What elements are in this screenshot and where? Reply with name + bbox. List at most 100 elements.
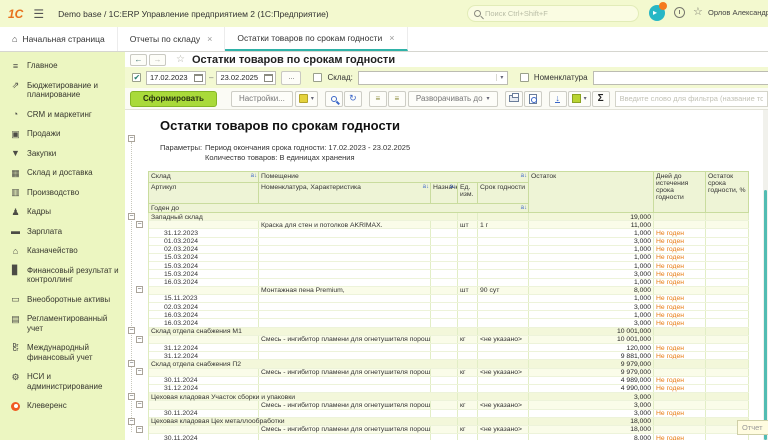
header-goden-do[interactable]: Годен до a↓	[149, 204, 529, 213]
cell-ed-izm[interactable]	[458, 294, 478, 303]
sort-icon[interactable]: a↓	[251, 173, 257, 179]
cell-ostatok[interactable]: 10 001,000	[529, 335, 654, 343]
cell-ed-izm[interactable]	[458, 376, 478, 384]
cell-nomenklatura[interactable]	[259, 303, 431, 311]
cell-goden-do[interactable]: 15.03.2024	[149, 262, 259, 270]
cell-ostatok[interactable]: 3,000	[529, 409, 654, 417]
table-row[interactable]: 15.03.2024 1,000 Не годен	[149, 262, 749, 271]
nomenklatura-checkbox[interactable]	[519, 73, 529, 82]
cell-ostatok[interactable]: 1,000	[529, 278, 654, 286]
cell-dni[interactable]: Не годен	[654, 253, 706, 262]
cell-pct[interactable]	[706, 245, 749, 253]
cell-ostatok[interactable]: 8,000	[529, 434, 654, 440]
sort-icon[interactable]: a↓	[521, 205, 527, 211]
cell-naznachenie[interactable]	[431, 352, 458, 360]
cell-ostatok[interactable]: 8,000	[529, 286, 654, 294]
sidebar-item-regaccounting[interactable]: ▤ Регламентированный учет	[0, 309, 125, 338]
cell-dni[interactable]: Не годен	[654, 311, 706, 319]
table-row[interactable]: 16.03.2024 1,000 Не годен	[149, 311, 749, 320]
cell-nomenklatura[interactable]	[259, 237, 431, 245]
cell-naznachenie[interactable]	[431, 253, 458, 262]
cell-goden-do[interactable]: 02.03.2024	[149, 303, 259, 311]
collapse-group-icon[interactable]: −	[136, 401, 143, 409]
cell-ed-izm[interactable]: шт	[458, 221, 478, 229]
cell-naznachenie[interactable]	[431, 327, 458, 335]
cell-ed-izm[interactable]	[458, 409, 478, 417]
cell-naznachenie[interactable]	[431, 278, 458, 286]
cell-ed-izm[interactable]	[458, 270, 478, 278]
tab-expiry-report[interactable]: Остатки товаров по срокам годности ×	[225, 27, 408, 51]
collapse-group-icon[interactable]: −	[128, 417, 135, 425]
table-row[interactable]: 31.12.2023 1,000 Не годен	[149, 229, 749, 238]
vertical-scrollbar[interactable]	[763, 110, 768, 440]
cell-ostatok[interactable]: 3,000	[529, 393, 654, 401]
cell-srok[interactable]	[478, 344, 529, 352]
collapse-group-icon[interactable]: −	[136, 335, 143, 343]
cell-goden-do[interactable]: 15.03.2024	[149, 253, 259, 262]
cell-ostatok[interactable]: 1,000	[529, 311, 654, 319]
collapse-group-icon[interactable]: −	[128, 212, 135, 220]
cell-pct[interactable]	[706, 221, 749, 229]
cell-srok[interactable]	[478, 376, 529, 384]
sidebar-item-warehouse[interactable]: ▦ Склад и доставка	[0, 163, 125, 183]
header-dnej[interactable]: Дней до истечения срока годности	[654, 172, 706, 213]
cell-sklad[interactable]	[149, 286, 259, 294]
cell-nomenklatura[interactable]: Смесь - ингибитор пламени для огнетушите…	[259, 401, 431, 409]
cell-srok[interactable]: 90 сут	[478, 286, 529, 294]
cell-dni[interactable]: Не годен	[654, 434, 706, 440]
cell-dni[interactable]	[654, 221, 706, 229]
table-row[interactable]: Цеховая кладовая Цех металлообработки 18,…	[149, 417, 749, 426]
cell-goden-do[interactable]: 31.12.2024	[149, 384, 259, 393]
cell-ed-izm[interactable]	[458, 262, 478, 270]
cell-pct[interactable]	[706, 319, 749, 327]
cell-goden-do[interactable]: 30.11.2024	[149, 409, 259, 417]
cell-naznachenie[interactable]	[431, 425, 458, 434]
cell-srok[interactable]	[478, 294, 529, 303]
cell-ed-izm[interactable]	[458, 344, 478, 352]
cell-dni[interactable]	[654, 327, 706, 335]
header-ed-izm[interactable]: Ед. изм.	[458, 183, 478, 204]
cell-nomenklatura[interactable]	[259, 384, 431, 393]
cell-ed-izm[interactable]	[458, 311, 478, 319]
sidebar-item-glavnoe[interactable]: ≡ Главное	[0, 56, 125, 76]
cell-goden-do[interactable]: 15.03.2024	[149, 270, 259, 278]
cell-srok[interactable]	[478, 253, 529, 262]
sum-button[interactable]: Σ	[591, 90, 610, 107]
cell-sklad[interactable]	[149, 425, 259, 434]
cell-goden-do[interactable]: 16.03.2024	[149, 278, 259, 286]
table-row[interactable]: 02.03.2024 1,000 Не годен	[149, 245, 749, 254]
close-icon[interactable]: ×	[207, 34, 212, 44]
cell-ed-izm[interactable]	[458, 327, 478, 335]
cell-dni[interactable]	[654, 360, 706, 368]
cell-ed-izm[interactable]	[458, 245, 478, 253]
table-row[interactable]: 30.11.2024 3,000 Не годен	[149, 409, 749, 418]
print-button[interactable]	[504, 90, 523, 107]
cell-naznachenie[interactable]	[431, 237, 458, 245]
cell-ed-izm[interactable]: кг	[458, 425, 478, 434]
collapse-group-icon[interactable]: −	[128, 360, 135, 368]
cell-sklad[interactable]	[149, 335, 259, 343]
cell-ed-izm[interactable]: шт	[458, 286, 478, 294]
table-row[interactable]: Западный склад 19,000	[149, 213, 749, 222]
cell-srok[interactable]	[478, 311, 529, 319]
table-row[interactable]: Смесь - ингибитор пламени для огнетушите…	[149, 335, 749, 344]
table-row[interactable]: 31.12.2024 9 881,000 Не годен	[149, 352, 749, 361]
cell-ostatok[interactable]: 9 979,000	[529, 368, 654, 376]
sidebar-item-finresult[interactable]: ▊ Финансовый результат и контроллинг	[0, 261, 125, 290]
cell-dni[interactable]: Не годен	[654, 229, 706, 237]
cell-nomenklatura[interactable]	[259, 294, 431, 303]
settings-button[interactable]: Настройки...	[230, 90, 293, 107]
history-icon[interactable]	[674, 7, 685, 18]
cell-pct[interactable]	[706, 286, 749, 294]
cell-dni[interactable]	[654, 393, 706, 401]
cell-ostatok[interactable]: 1,000	[529, 262, 654, 270]
cell-srok[interactable]: <не указано>	[478, 368, 529, 376]
cell-dni[interactable]	[654, 368, 706, 376]
cell-pct[interactable]	[706, 409, 749, 417]
cell-srok[interactable]	[478, 384, 529, 393]
cell-dni[interactable]	[654, 335, 706, 343]
user-name[interactable]: Орлов Александр Вл	[708, 8, 768, 17]
cell-srok[interactable]	[478, 319, 529, 327]
quick-filter-input[interactable]	[614, 90, 768, 107]
global-search-input[interactable]: Поиск Ctrl+Shift+F	[467, 5, 639, 22]
